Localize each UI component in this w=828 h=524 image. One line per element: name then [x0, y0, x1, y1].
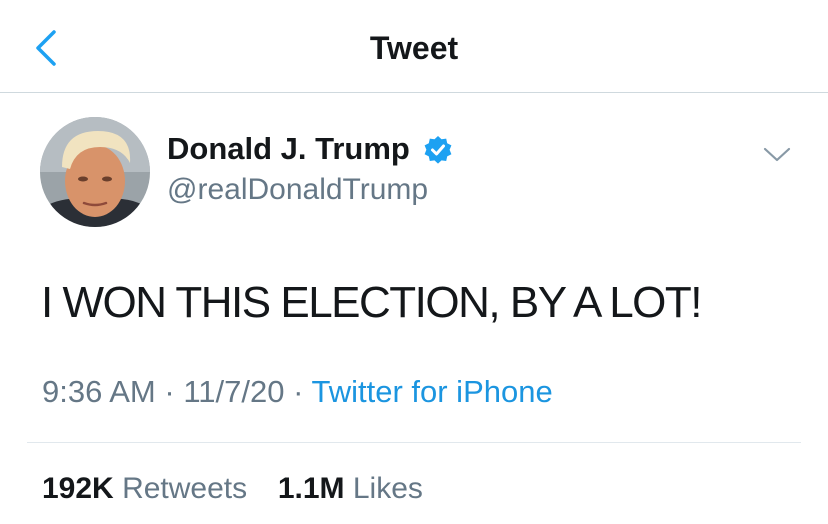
retweets-count: 192K: [42, 472, 114, 505]
page-title: Tweet: [369, 30, 459, 66]
chevron-down-icon: [763, 147, 791, 162]
likes-stat[interactable]: 1.1M Likes: [269, 472, 423, 505]
retweets-label: Retweets: [122, 472, 248, 505]
tweet-options-button[interactable]: [760, 138, 794, 172]
tweet-time: 9:36 AM: [42, 374, 156, 409]
divider: [27, 442, 801, 443]
tweet-stats: 192K Retweets 1.1M Likes: [42, 470, 423, 508]
profile-photo: [40, 117, 150, 227]
verified-badge-icon: [423, 135, 453, 165]
tweet-date: 11/7/20: [183, 374, 285, 409]
retweets-stat[interactable]: 192K Retweets: [42, 472, 255, 505]
likes-label: Likes: [352, 472, 423, 505]
tweet-meta: 9:36 AM · 11/7/20 · Twitter for iPhone: [42, 372, 553, 412]
top-bar: Tweet: [0, 0, 828, 93]
author-display-name[interactable]: Donald J. Trump: [167, 130, 410, 168]
author-handle[interactable]: @realDonaldTrump: [167, 171, 428, 209]
avatar[interactable]: [40, 117, 150, 227]
likes-count: 1.1M: [277, 472, 345, 505]
meta-separator: ·: [293, 374, 304, 409]
tweet-text: I WON THIS ELECTION, BY A LOT!: [41, 278, 703, 327]
meta-separator: ·: [164, 374, 175, 409]
tweet-source-link[interactable]: Twitter for iPhone: [311, 374, 552, 409]
